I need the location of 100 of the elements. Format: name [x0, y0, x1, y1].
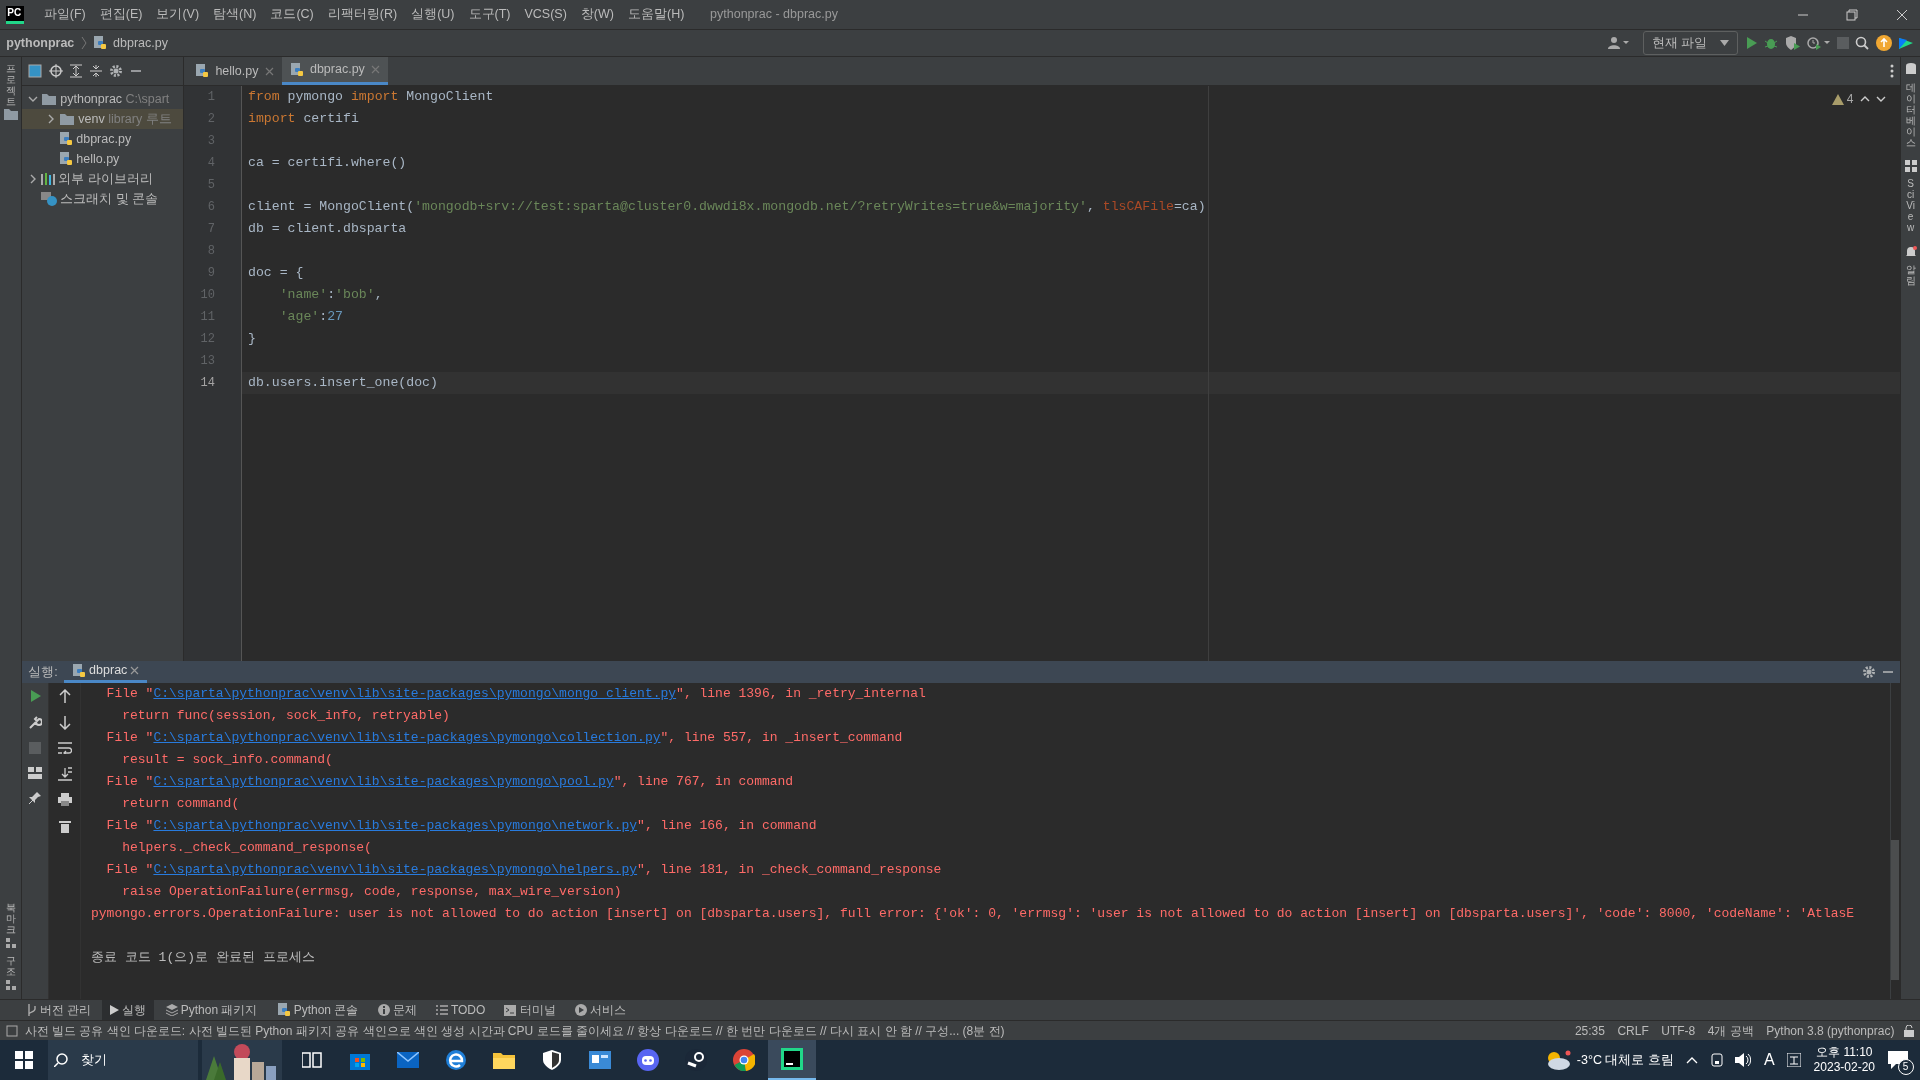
- speaker-icon[interactable]: [1735, 1053, 1752, 1067]
- menu-item[interactable]: 코드(C): [263, 5, 321, 24]
- grid-icon[interactable]: [1904, 160, 1917, 172]
- settings-icon[interactable]: [1861, 665, 1876, 679]
- pin-icon[interactable]: [28, 791, 42, 806]
- tool-tab[interactable]: 버전 관리: [18, 999, 100, 1021]
- debug-bug-icon[interactable]: [1764, 36, 1779, 50]
- python-file-icon: [72, 662, 86, 679]
- editor-tab[interactable]: dbprac.py: [281, 57, 389, 85]
- menu-item[interactable]: 도움말(H): [620, 5, 692, 24]
- menu-item[interactable]: 보기(V): [149, 5, 207, 24]
- more-icon[interactable]: [1889, 64, 1894, 79]
- file-link[interactable]: C:\sparta\pythonprac\venv\lib\site-packages\pymongo\mongo_client.py: [153, 686, 677, 701]
- tool-tab[interactable]: Python 패키지: [157, 999, 266, 1021]
- wrench-icon[interactable]: [28, 715, 42, 730]
- tool-window-label[interactable]: SciView: [1905, 178, 1916, 234]
- run-config-dropdown[interactable]: 현재 파일: [1642, 31, 1738, 55]
- status-item[interactable]: Python 3.8 (pythonprac): [1766, 1021, 1895, 1040]
- status-item[interactable]: CRLF: [1617, 1021, 1649, 1040]
- run-icon[interactable]: [1744, 36, 1758, 50]
- device-icon[interactable]: [1710, 1053, 1723, 1067]
- menu-item[interactable]: 파일(F): [36, 5, 93, 24]
- file-link[interactable]: C:\sparta\pythonprac\venv\lib\site-packages\pymongo\pool.py: [153, 774, 614, 789]
- code-line: from pymongo import MongoClient: [248, 89, 494, 104]
- chevron-up-icon[interactable]: [1859, 94, 1870, 104]
- lock-icon[interactable]: [1903, 1024, 1914, 1037]
- close-icon[interactable]: [130, 666, 140, 675]
- console-line: File "C:\sparta\pythonprac\venv\lib\site-packages\pymongo\helpers.py", line 181, in _check_command_response: [105, 861, 943, 879]
- search-field[interactable]: 찾기: [48, 1040, 198, 1080]
- wrap-icon[interactable]: [57, 742, 72, 755]
- tool-window-label[interactable]: 알림: [1905, 264, 1916, 286]
- tree-item[interactable]: pythonprac C:\spart: [60, 89, 170, 109]
- crosshair-icon[interactable]: [48, 64, 63, 78]
- status-item[interactable]: 4개 공백: [1707, 1021, 1754, 1040]
- file-link[interactable]: C:\sparta\pythonprac\venv\lib\site-packages\pymongo\network.py: [153, 818, 638, 833]
- menu-item[interactable]: 도구(T): [461, 5, 518, 24]
- scroll-end-icon[interactable]: [57, 766, 72, 781]
- breadcrumb-item[interactable]: dbprac.py: [113, 33, 168, 53]
- tool-window-label[interactable]: 구조: [5, 954, 16, 977]
- tool-tab[interactable]: 터미널: [496, 999, 564, 1021]
- tool-window-label[interactable]: 북마크: [5, 902, 16, 936]
- tree-item[interactable]: dbprac.py: [76, 129, 132, 149]
- shield-icon[interactable]: [1784, 36, 1801, 50]
- search-icon[interactable]: [1855, 36, 1870, 50]
- menu-item[interactable]: 탐색(N): [206, 5, 264, 24]
- up-arrow-icon[interactable]: [58, 689, 71, 704]
- database-icon[interactable]: [1904, 63, 1917, 76]
- message-icon[interactable]: [6, 1024, 19, 1037]
- tool-tab[interactable]: 서비스: [566, 999, 634, 1021]
- printer-icon[interactable]: [57, 793, 72, 807]
- chevron-down-icon[interactable]: [1876, 94, 1886, 104]
- breadcrumb-item[interactable]: pythonprac: [6, 33, 75, 53]
- tool-tab[interactable]: TODO: [427, 999, 494, 1021]
- menu-item[interactable]: 창(W): [573, 5, 621, 24]
- menu-item[interactable]: 리팩터링(R): [320, 5, 405, 24]
- status-item[interactable]: 25:35: [1574, 1021, 1605, 1040]
- status-item[interactable]: UTF-8: [1661, 1021, 1696, 1040]
- window-icon: [589, 1051, 612, 1069]
- input-mode-indicator[interactable]: A: [1763, 1048, 1775, 1072]
- bell-icon[interactable]: [1904, 245, 1917, 258]
- clock[interactable]: 오후 11:10 2023-02-20: [1813, 1045, 1875, 1075]
- tree-item[interactable]: hello.py: [76, 149, 120, 169]
- tool-tab[interactable]: Python 콘솔: [268, 999, 367, 1021]
- ime-icon[interactable]: [1787, 1053, 1802, 1067]
- app-logo: PC: [6, 5, 25, 24]
- panel-icon[interactable]: [28, 64, 43, 78]
- gem-icon[interactable]: [1897, 35, 1914, 51]
- code-line: }: [248, 331, 256, 346]
- settings-icon[interactable]: [109, 64, 124, 78]
- taskbar-app[interactable]: [768, 1040, 817, 1080]
- tool-tab[interactable]: 문제: [369, 999, 425, 1021]
- scrollbar-thumb[interactable]: [1891, 840, 1899, 981]
- file-link[interactable]: C:\sparta\pythonprac\venv\lib\site-packages\pymongo\helpers.py: [153, 862, 638, 877]
- tool-tab[interactable]: 실행: [102, 999, 155, 1021]
- file-link[interactable]: C:\sparta\pythonprac\venv\lib\site-packages\pymongo\collection.py: [153, 730, 661, 745]
- tool-window-label[interactable]: 데이터베이스: [1905, 81, 1916, 148]
- tree-item[interactable]: 스크래치 및 콘솔: [60, 189, 159, 209]
- code-line: 'age':27: [278, 309, 343, 324]
- code-line: db.users.insert_one(doc): [248, 375, 438, 390]
- layout-icon[interactable]: [28, 766, 42, 779]
- menu-item[interactable]: 편집(E): [92, 5, 150, 24]
- status-message[interactable]: 사전 빌드 공유 색인 다운로드: 사전 빌드된 Python 패키지 공유 색인으로 색인 생성 시간과 CPU 로드를 줄이세요 // 항상 다운로드 // 한 번만 다운로드 // 다시 표시 안 함 // 구성... (8분 전): [24, 1021, 1005, 1040]
- chevron-up-icon[interactable]: [1686, 1056, 1699, 1064]
- expand-all-icon[interactable]: [68, 64, 83, 78]
- run-icon[interactable]: [28, 689, 42, 704]
- warning-count[interactable]: 4: [1831, 90, 1854, 108]
- collapse-all-icon[interactable]: [89, 64, 103, 78]
- menu-item[interactable]: VCS(S): [517, 5, 574, 24]
- weather-text[interactable]: -3°C 대체로 흐림: [1576, 1050, 1674, 1070]
- notification-count: 5: [1897, 1059, 1914, 1076]
- trash-icon[interactable]: [58, 818, 71, 833]
- restore-icon[interactable]: [1846, 8, 1858, 21]
- close-icon[interactable]: [1895, 8, 1908, 21]
- menu-item[interactable]: 실행(U): [404, 5, 462, 24]
- tool-window-label[interactable]: 프로젝트: [5, 63, 16, 108]
- clock-play-icon[interactable]: [1806, 36, 1831, 50]
- user-icon[interactable]: [1608, 36, 1631, 50]
- down-arrow-icon[interactable]: [58, 715, 71, 730]
- editor-tab[interactable]: hello.py: [187, 57, 282, 85]
- tree-item[interactable]: 외부 라이브러리: [58, 169, 153, 189]
